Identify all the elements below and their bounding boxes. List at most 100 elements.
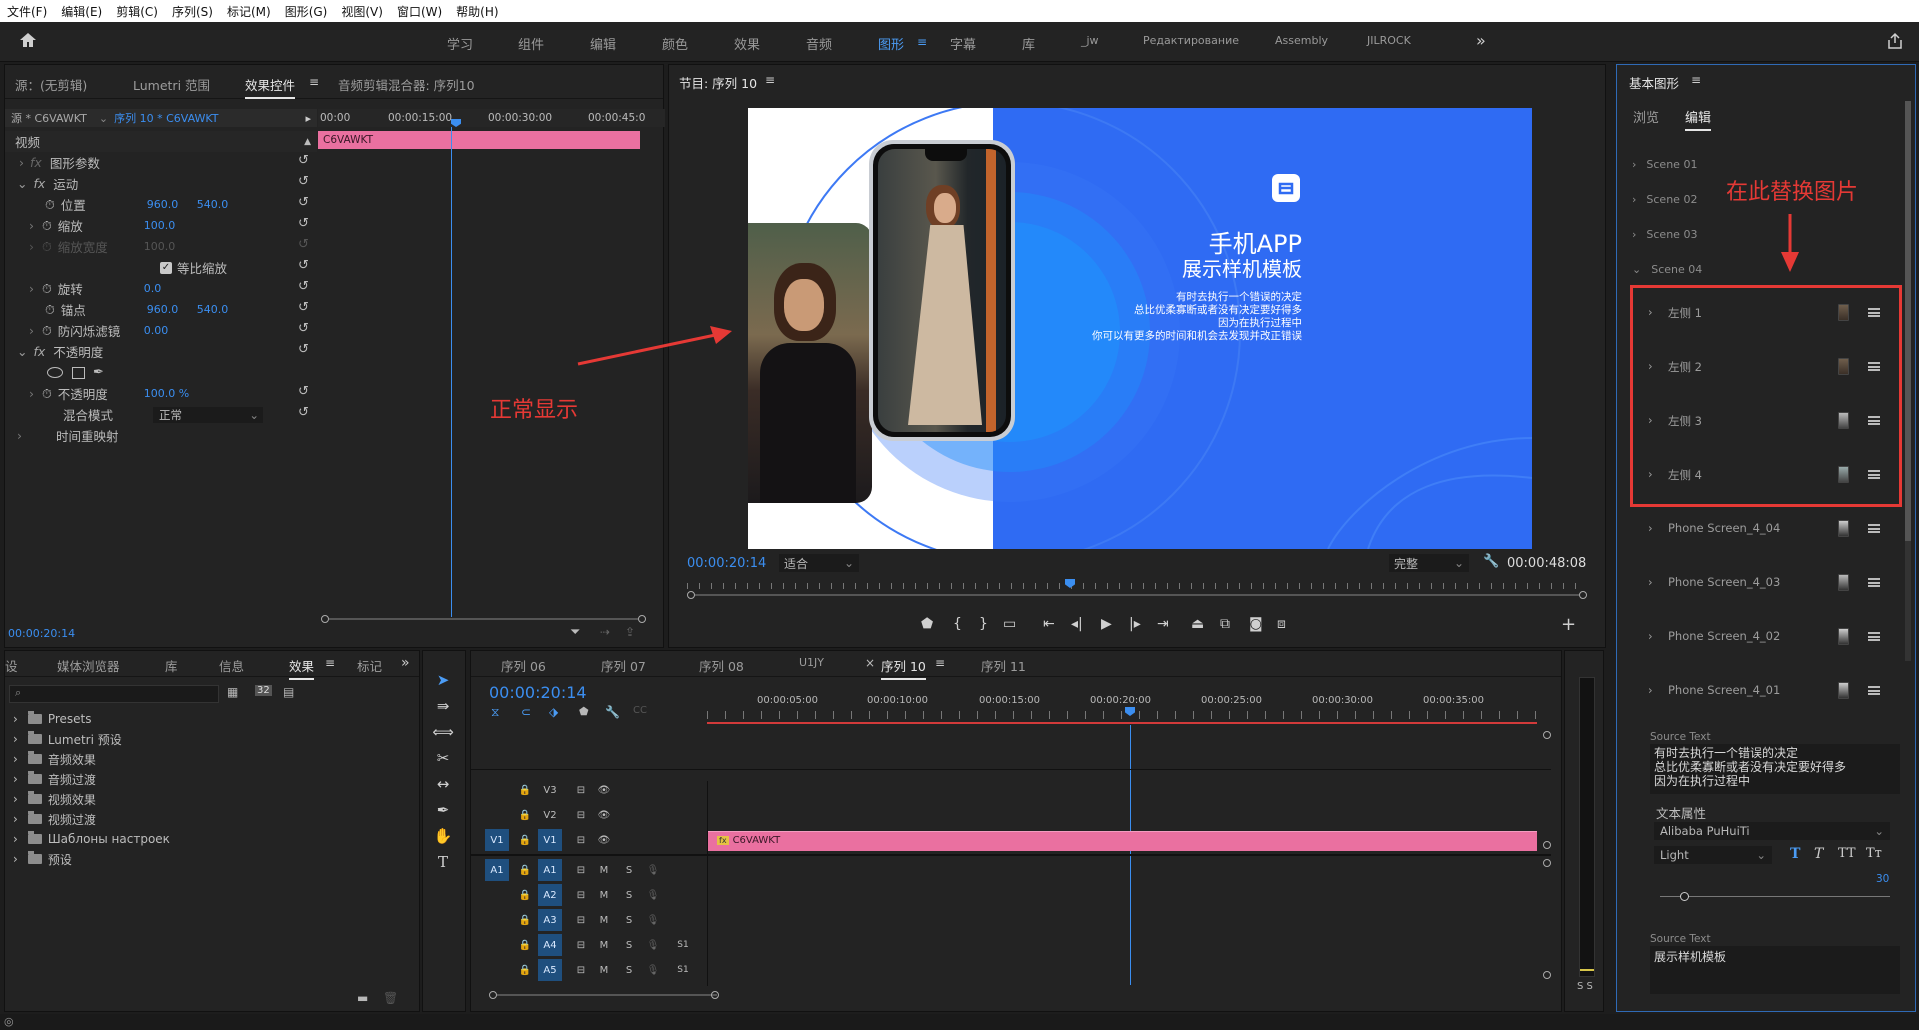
- stopwatch-icon[interactable]: ⏱: [45, 302, 55, 318]
- mute-button[interactable]: M: [592, 909, 616, 931]
- tab-edit[interactable]: 编辑: [1685, 107, 1712, 131]
- folder-video-transitions[interactable]: › 视频过渡: [13, 809, 96, 829]
- sync-lock-icon[interactable]: ⊟: [569, 959, 593, 981]
- eg-scrollbar[interactable]: [1905, 101, 1911, 661]
- quality-select[interactable]: 完整 ⌄: [1389, 554, 1469, 572]
- timeline-timecode[interactable]: 00:00:20:14: [489, 683, 587, 702]
- track-label[interactable]: A3: [538, 909, 562, 931]
- track-label[interactable]: A1: [538, 859, 562, 881]
- program-title[interactable]: 节目: 序列 10: [679, 73, 757, 92]
- layer-menu-icon[interactable]: [1868, 524, 1880, 533]
- lock-icon[interactable]: 🔒: [513, 959, 537, 981]
- menu-edit[interactable]: 编辑(E): [54, 3, 109, 20]
- tab-u1jy[interactable]: U1JY: [799, 656, 824, 669]
- menu-help[interactable]: 帮助(H): [449, 3, 505, 20]
- timeline-vertical-scrollbar[interactable]: [1543, 731, 1551, 987]
- sync-lock-icon[interactable]: ⊟: [569, 934, 593, 956]
- lock-icon[interactable]: 🔒: [513, 934, 537, 956]
- solo-button[interactable]: S: [617, 959, 641, 981]
- ws-learn[interactable]: 学习: [447, 34, 473, 53]
- pen-tool-icon[interactable]: ✒: [431, 799, 455, 821]
- opacity-value[interactable]: 100.0 %: [144, 387, 189, 400]
- source-patch-v1[interactable]: V1: [485, 829, 509, 851]
- lock-icon[interactable]: 🔒: [513, 859, 537, 881]
- ws-editing[interactable]: 编辑: [590, 34, 616, 53]
- slip-tool-icon[interactable]: ↔: [431, 773, 455, 795]
- effects-search-input[interactable]: ⌕: [9, 685, 219, 703]
- ws-jilrock[interactable]: JILROCK: [1367, 34, 1411, 47]
- wrench-icon[interactable]: 🔧: [1483, 554, 1499, 569]
- new-bin-icon[interactable]: ▦: [227, 685, 238, 699]
- zoom-select[interactable]: 适合 ⌄: [779, 554, 859, 572]
- stopwatch-icon[interactable]: ⏱: [42, 323, 52, 339]
- snap-icon[interactable]: ⧖: [491, 705, 499, 720]
- reset-icon[interactable]: ↺: [298, 279, 309, 294]
- uniform-scale-checkbox[interactable]: ✓: [160, 261, 172, 274]
- marker-icon[interactable]: ⬟: [579, 705, 589, 718]
- mute-button[interactable]: M: [592, 959, 616, 981]
- mic-icon[interactable]: 🎙: [641, 959, 665, 981]
- mute-button[interactable]: M: [592, 859, 616, 881]
- tab-presets-truncated[interactable]: 设: [5, 656, 18, 675]
- timeline-clip[interactable]: fx C6VAWKT: [707, 831, 1537, 851]
- font-size-value[interactable]: 30: [1876, 873, 1889, 885]
- mute-button[interactable]: M: [592, 934, 616, 956]
- ec-zoom-scrollbar[interactable]: [321, 615, 646, 623]
- delete-icon[interactable]: 🗑: [383, 991, 398, 1005]
- tab-effect-controls[interactable]: 效果控件: [245, 75, 296, 99]
- stopwatch-icon[interactable]: ⏱: [45, 197, 55, 213]
- play-icon[interactable]: ▶: [1101, 616, 1112, 632]
- export-frame-icon[interactable]: ⇪: [625, 625, 635, 639]
- more-panels-icon[interactable]: »: [401, 655, 410, 671]
- scene-row[interactable]: › Scene 03: [1632, 228, 1697, 241]
- solo-button[interactable]: S: [617, 859, 641, 881]
- collapse-icon[interactable]: ▲: [304, 137, 311, 147]
- new-custom-bin-icon[interactable]: ▬: [357, 991, 368, 1005]
- ripple-edit-tool-icon[interactable]: ⟺: [431, 721, 455, 743]
- ws-audio[interactable]: 音频: [806, 34, 832, 53]
- font-size-slider[interactable]: [1660, 892, 1890, 902]
- eye-icon[interactable]: 👁: [592, 829, 616, 851]
- source-patch-a1[interactable]: A1: [485, 859, 509, 881]
- play-clip-icon[interactable]: ▸: [305, 112, 311, 125]
- ws-captions[interactable]: 字幕: [950, 34, 976, 53]
- sync-lock-icon[interactable]: ⊟: [569, 804, 593, 826]
- export-frame-camera-icon[interactable]: ◙: [1249, 616, 1263, 632]
- ws-redakt[interactable]: Редактирование: [1143, 34, 1239, 47]
- filter-icon[interactable]: ⏷: [570, 625, 580, 640]
- tab-audio-mixer[interactable]: 音频剪辑混合器: 序列10: [338, 75, 475, 94]
- folder-audio-transitions[interactable]: › 音频过渡: [13, 769, 96, 789]
- blend-mode-select[interactable]: 正常 ⌄: [153, 406, 263, 423]
- anchor-y-value[interactable]: 540.0: [197, 303, 229, 316]
- rectangle-mask-icon[interactable]: [72, 366, 85, 379]
- menu-sequence[interactable]: 序列(S): [165, 3, 220, 20]
- close-tab-icon[interactable]: ×: [865, 656, 875, 670]
- compare-view-icon[interactable]: ⧈: [1277, 616, 1286, 632]
- track-label[interactable]: V3: [538, 779, 562, 801]
- source-text-field-2[interactable]: 展示样机模板: [1650, 946, 1900, 994]
- ws-graphics[interactable]: 图形: [878, 34, 904, 53]
- safe-margins-icon[interactable]: ▭: [1003, 616, 1016, 632]
- mic-icon[interactable]: 🎙: [641, 934, 665, 956]
- effects-tab-menu-icon[interactable]: ≡: [325, 656, 335, 670]
- tab-source[interactable]: 源：(无剪辑): [15, 75, 87, 94]
- track-label[interactable]: A5: [538, 959, 562, 981]
- stopwatch-icon[interactable]: ⏱: [42, 386, 52, 402]
- lock-icon[interactable]: 🔒: [513, 884, 537, 906]
- layer-row[interactable]: › Phone Screen_4_02: [1632, 617, 1884, 657]
- eye-icon[interactable]: 👁: [592, 779, 616, 801]
- position-y-value[interactable]: 540.0: [197, 198, 229, 211]
- antiflicker-value[interactable]: 0.00: [144, 324, 169, 337]
- type-tool-icon[interactable]: T: [431, 851, 455, 873]
- mark-out-icon[interactable]: }: [979, 616, 988, 632]
- reset-icon[interactable]: ↺: [298, 258, 309, 273]
- ec-ruler[interactable]: 00:00 00:00:15:00 00:00:30:00 00:00:45:0: [318, 109, 665, 127]
- 32-bit-icon[interactable]: 32: [255, 685, 272, 696]
- eye-icon[interactable]: 👁: [592, 804, 616, 826]
- menu-file[interactable]: 文件(F): [0, 3, 54, 20]
- program-video-frame[interactable]: 手机APP 展示样机模板 有时去执行一个错误的决定 总比优柔寡断或者没有决定要好…: [748, 108, 1532, 549]
- tab-markers[interactable]: 标记: [357, 656, 382, 675]
- essential-graphics-title[interactable]: 基本图形: [1629, 73, 1679, 92]
- graphic-params-row[interactable]: › fx 图形参数: [5, 152, 100, 173]
- selection-tool-icon[interactable]: ➤: [431, 669, 455, 691]
